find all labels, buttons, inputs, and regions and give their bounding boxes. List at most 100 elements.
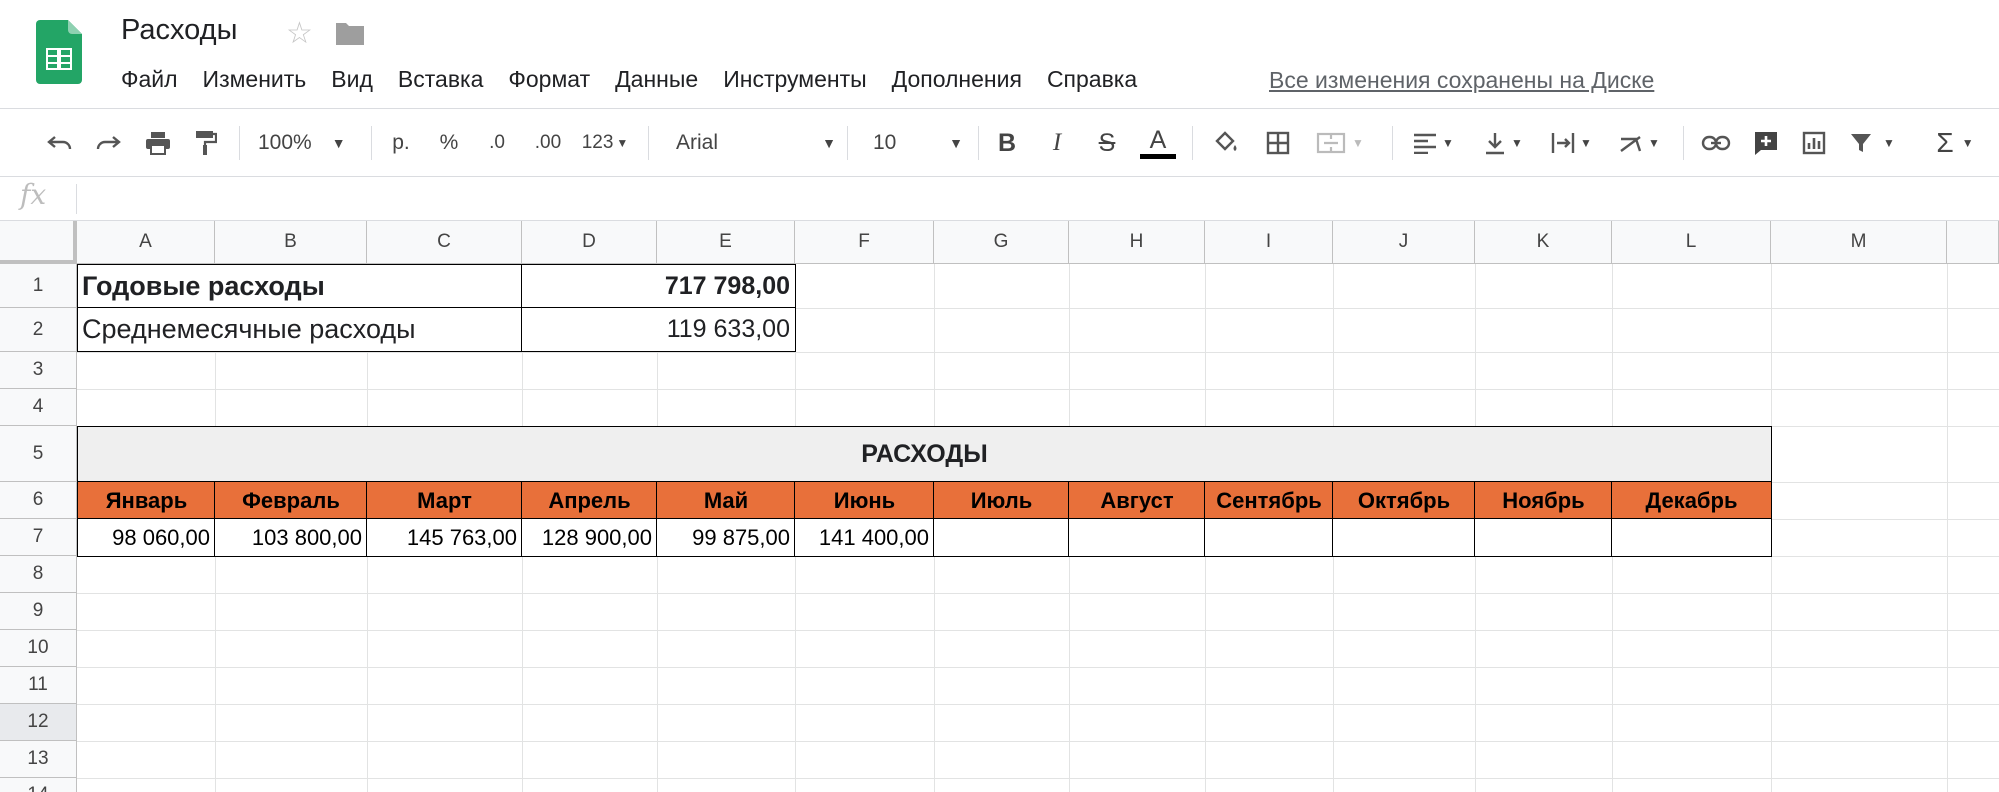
menu-format[interactable]: Формат xyxy=(508,66,590,93)
text-color-button[interactable]: A xyxy=(1138,112,1178,174)
month-header[interactable]: Июль xyxy=(933,481,1070,520)
menu-file[interactable]: Файл xyxy=(121,66,178,93)
month-value-cell[interactable]: 128 900,00 xyxy=(521,518,658,557)
star-icon[interactable]: ☆ xyxy=(286,16,313,51)
borders-icon[interactable] xyxy=(1258,112,1298,174)
month-header[interactable]: Август xyxy=(1068,481,1206,520)
italic-button[interactable]: I xyxy=(1040,112,1074,174)
annual-expenses-value[interactable]: 717 798,00 xyxy=(521,264,796,309)
column-header-g[interactable]: G xyxy=(934,221,1069,264)
row-header-2[interactable]: 2 xyxy=(0,308,77,352)
menu-edit[interactable]: Изменить xyxy=(203,66,307,93)
menu-view[interactable]: Вид xyxy=(331,66,373,93)
row-header-10[interactable]: 10 xyxy=(0,630,77,667)
month-value-cell[interactable]: 103 800,00 xyxy=(214,518,368,557)
currency-format-button[interactable]: р. xyxy=(384,112,418,174)
month-value-cell[interactable] xyxy=(933,518,1070,557)
month-value-cell[interactable] xyxy=(1204,518,1334,557)
month-value-cell[interactable]: 145 763,00 xyxy=(366,518,523,557)
text-rotation-icon[interactable]: ▼ xyxy=(1610,112,1668,174)
print-icon[interactable] xyxy=(138,112,178,174)
menu-addons[interactable]: Дополнения xyxy=(892,66,1022,93)
row-header-13[interactable]: 13 xyxy=(0,741,77,778)
bold-button[interactable]: B xyxy=(990,112,1024,174)
sheets-logo-icon[interactable] xyxy=(36,20,82,84)
column-header-a[interactable]: A xyxy=(77,221,215,264)
functions-button[interactable]: Σ ▼ xyxy=(1926,112,1984,174)
strikethrough-button[interactable]: S xyxy=(1090,112,1124,174)
insert-comment-icon[interactable] xyxy=(1746,112,1786,174)
spreadsheet-grid[interactable]: A B C D E F G H I J K L M 1 2 3 4 5 6 7 … xyxy=(0,221,1999,792)
month-header[interactable]: Март xyxy=(366,481,523,520)
month-value-cell[interactable] xyxy=(1611,518,1772,557)
column-header-m[interactable]: M xyxy=(1771,221,1947,264)
select-all-corner[interactable] xyxy=(0,221,77,264)
increase-decimal-button[interactable]: .00 xyxy=(528,112,568,174)
row-header-7[interactable]: 7 xyxy=(0,519,77,556)
save-status-link[interactable]: Все изменения сохранены на Диске xyxy=(1269,67,1654,94)
row-header-4[interactable]: 4 xyxy=(0,389,77,426)
monthly-average-label[interactable]: Среднемесячные расходы xyxy=(77,307,523,352)
month-value-cell[interactable] xyxy=(1332,518,1476,557)
column-header-b[interactable]: B xyxy=(215,221,367,264)
percent-format-button[interactable]: % xyxy=(432,112,466,174)
font-select[interactable]: Arial ▼ xyxy=(676,112,836,174)
menu-insert[interactable]: Вставка xyxy=(398,66,484,93)
column-header-h[interactable]: H xyxy=(1069,221,1205,264)
insert-link-icon[interactable] xyxy=(1696,112,1736,174)
annual-expenses-label[interactable]: Годовые расходы xyxy=(77,264,523,309)
row-header-12[interactable]: 12 xyxy=(0,704,77,741)
column-header-l[interactable]: L xyxy=(1612,221,1771,264)
font-size-select[interactable]: 10 ▼ xyxy=(873,112,963,174)
month-header[interactable]: Май xyxy=(656,481,796,520)
month-value-cell[interactable] xyxy=(1474,518,1613,557)
redo-icon[interactable] xyxy=(88,112,128,174)
filter-icon[interactable]: ▼ xyxy=(1842,112,1902,174)
month-header[interactable]: Декабрь xyxy=(1611,481,1772,520)
column-header-j[interactable]: J xyxy=(1333,221,1475,264)
month-value-cell[interactable]: 141 400,00 xyxy=(794,518,935,557)
column-header-c[interactable]: C xyxy=(367,221,522,264)
month-header[interactable]: Сентябрь xyxy=(1204,481,1334,520)
folder-icon[interactable] xyxy=(334,21,366,47)
merge-cells-icon[interactable]: ▼ xyxy=(1310,112,1370,174)
insert-chart-icon[interactable] xyxy=(1794,112,1834,174)
decrease-decimal-button[interactable]: .0 xyxy=(480,112,514,174)
month-value-cell[interactable] xyxy=(1068,518,1206,557)
month-value-cell[interactable]: 98 060,00 xyxy=(77,518,216,557)
formula-input[interactable] xyxy=(82,180,1986,220)
row-header-5[interactable]: 5 xyxy=(0,426,77,482)
month-value-cell[interactable]: 99 875,00 xyxy=(656,518,796,557)
column-header-i[interactable]: I xyxy=(1205,221,1333,264)
row-header-8[interactable]: 8 xyxy=(0,556,77,593)
expenses-table-title[interactable]: РАСХОДЫ xyxy=(77,426,1772,483)
month-header[interactable]: Июнь xyxy=(794,481,935,520)
column-header-e[interactable]: E xyxy=(657,221,795,264)
menu-data[interactable]: Данные xyxy=(615,66,698,93)
menu-help[interactable]: Справка xyxy=(1047,66,1137,93)
column-header-k[interactable]: K xyxy=(1475,221,1612,264)
row-header-11[interactable]: 11 xyxy=(0,667,77,704)
month-header[interactable]: Январь xyxy=(77,481,216,520)
text-wrap-icon[interactable]: ▼ xyxy=(1542,112,1600,174)
monthly-average-value[interactable]: 119 633,00 xyxy=(521,307,796,352)
row-header-14[interactable]: 14 xyxy=(0,778,77,792)
undo-icon[interactable] xyxy=(40,112,80,174)
column-header-f[interactable]: F xyxy=(795,221,934,264)
vertical-align-icon[interactable]: ▼ xyxy=(1474,112,1532,174)
row-header-3[interactable]: 3 xyxy=(0,352,77,389)
menu-tools[interactable]: Инструменты xyxy=(723,66,866,93)
column-header-n[interactable] xyxy=(1947,221,1999,264)
month-header[interactable]: Октябрь xyxy=(1332,481,1476,520)
row-header-9[interactable]: 9 xyxy=(0,593,77,630)
document-title[interactable]: Расходы xyxy=(121,14,237,47)
fill-color-icon[interactable] xyxy=(1206,112,1246,174)
month-header[interactable]: Февраль xyxy=(214,481,368,520)
row-header-6[interactable]: 6 xyxy=(0,482,77,519)
more-formats-select[interactable]: 123 ▼ xyxy=(576,112,634,174)
paint-format-icon[interactable] xyxy=(186,112,226,174)
horizontal-align-icon[interactable]: ▼ xyxy=(1404,112,1462,174)
month-header[interactable]: Ноябрь xyxy=(1474,481,1613,520)
zoom-select[interactable]: 100% ▼ xyxy=(258,112,368,174)
column-header-d[interactable]: D xyxy=(522,221,657,264)
